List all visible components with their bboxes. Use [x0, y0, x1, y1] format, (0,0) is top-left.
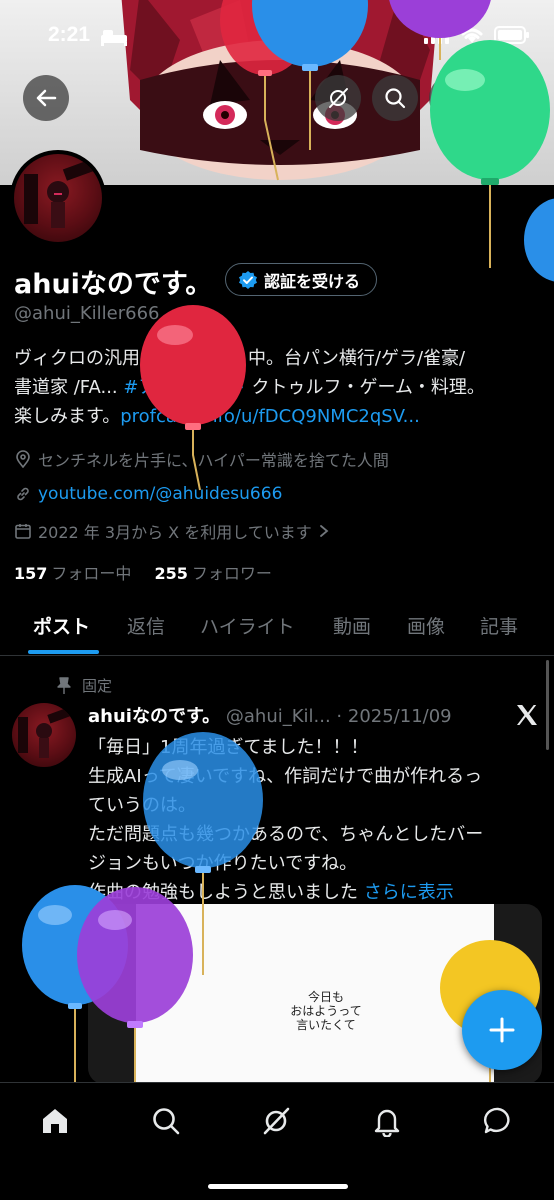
- avatar-illustration: [18, 707, 72, 758]
- get-verified-label: 認証を受ける: [264, 271, 361, 291]
- back-button[interactable]: [23, 75, 69, 121]
- following-stat[interactable]: 157 フォロー中: [14, 564, 131, 583]
- location-pin-icon: [16, 450, 30, 468]
- followers-count: 255: [154, 564, 188, 583]
- bio-text: クトゥルフ・ゲーム・料理。: [245, 377, 485, 398]
- scrollbar[interactable]: [546, 660, 549, 750]
- verified-badge-icon: [239, 270, 257, 289]
- chevron-right-icon: [319, 525, 329, 537]
- search-icon: [153, 1108, 180, 1135]
- pin-icon: [57, 676, 71, 694]
- bell-icon: [374, 1109, 400, 1137]
- following-count: 157: [14, 564, 48, 583]
- post-author-avatar[interactable]: [12, 703, 76, 767]
- follow-stats: 157 フォロー中 255 フォロワー: [14, 560, 272, 584]
- pinned-indicator: 固定: [56, 675, 112, 696]
- post-line: ただ問題点も幾つかあるので、ちゃんとしたバー: [88, 824, 484, 845]
- calendar-icon: [15, 524, 31, 539]
- following-label: フォロー中: [51, 564, 132, 583]
- share-icon: [501, 89, 517, 107]
- search-icon: [385, 88, 406, 109]
- bio-line: 書道家 /FA... #アフィラスト クトゥルフ・ゲーム・料理。: [14, 373, 544, 402]
- grok-icon: [263, 1107, 290, 1135]
- grok-icon: [329, 88, 348, 108]
- tab-replies[interactable]: 返信: [127, 612, 165, 639]
- status-bar-time: 2:21: [48, 23, 91, 46]
- show-more-link[interactable]: さらに表示: [364, 882, 454, 903]
- active-tab-indicator: [28, 650, 99, 654]
- followers-label: フォロワー: [191, 564, 272, 583]
- tab-images[interactable]: 画像: [407, 612, 445, 639]
- cellular-signal-icon: [424, 26, 449, 44]
- post-header: ahuiなのです。 @ahui_Kil... · 2025/11/09: [88, 702, 452, 728]
- media-caption-line: 今日も: [307, 990, 344, 1004]
- sleep-mode-icon: [101, 30, 127, 46]
- balloon: [524, 198, 554, 282]
- post-text[interactable]: 「毎日」1周年過ぎてました！！！ 生成AIって凄いですね、作詞だけで曲が作れるっ…: [88, 733, 518, 907]
- edit-profile-button[interactable]: [429, 75, 475, 121]
- location-text: センチネルを片手に、ハイパー常識を捨てた人間: [38, 451, 389, 470]
- profile-avatar[interactable]: [10, 150, 106, 246]
- profile-bio: ヴィクロの汎用イレブン作り中。台パン横行/ゲラ/雀豪/ 書道家 /FA... #…: [14, 344, 544, 431]
- share-button[interactable]: [486, 75, 532, 121]
- search-button[interactable]: [372, 75, 418, 121]
- nav-home[interactable]: [35, 1101, 75, 1141]
- bio-hashtag-link[interactable]: #アフィラスト: [123, 377, 245, 398]
- post-author-name[interactable]: ahuiなのです。: [88, 706, 220, 727]
- profile-tabs: ポスト 返信 ハイライト 動画 画像 記事: [0, 596, 554, 656]
- home-icon: [43, 1109, 67, 1133]
- status-bar-icons: [424, 26, 530, 44]
- tab-videos[interactable]: 動画: [333, 612, 371, 639]
- bio-line: 楽しみます。profcard.info/u/fDCQ9NMC2qSV...: [14, 402, 544, 431]
- x-logo-icon: [517, 705, 537, 725]
- website-link[interactable]: youtube.com/@ahuidesu666: [38, 484, 282, 504]
- post-line: ていうのは。: [88, 795, 196, 816]
- plus-icon: [489, 1017, 515, 1043]
- nav-grok[interactable]: [256, 1101, 296, 1141]
- nav-search[interactable]: [146, 1101, 186, 1141]
- joined-text: 2022 年 3月から X を利用しています: [38, 523, 312, 542]
- nav-messages[interactable]: [478, 1101, 518, 1141]
- battery-icon: [494, 26, 529, 44]
- grok-button[interactable]: [315, 75, 361, 121]
- media-caption-line: おはようって: [290, 1004, 362, 1018]
- media-caption: 今日も おはようって 言いたくて: [266, 990, 386, 1032]
- profile-website[interactable]: youtube.com/@ahuidesu666: [14, 484, 282, 504]
- tab-posts[interactable]: ポスト: [33, 612, 90, 639]
- media-caption-line: 言いたくて: [296, 1018, 356, 1032]
- post-line: ジョンもいつか作りたいですね。: [88, 853, 358, 874]
- pinned-label: 固定: [82, 677, 113, 695]
- profile-joined[interactable]: 2022 年 3月から X を利用しています: [14, 519, 330, 543]
- nav-notifications[interactable]: [367, 1101, 407, 1141]
- tab-articles[interactable]: 記事: [480, 612, 518, 639]
- post-line: 作曲の勉強もしようと思いました さらに表示: [88, 878, 518, 907]
- arrow-left-icon: [36, 89, 57, 107]
- avatar-illustration: [24, 159, 96, 228]
- link-icon: [17, 487, 29, 501]
- tab-highlights[interactable]: ハイライト: [200, 612, 295, 639]
- bio-text: 楽しみます。: [14, 406, 121, 427]
- profile-handle: @ahui_Killer666: [14, 303, 160, 324]
- get-verified-button[interactable]: 認証を受ける: [225, 263, 378, 296]
- bottom-navigation: [0, 1082, 554, 1200]
- message-icon: [483, 1107, 510, 1134]
- post-meta: @ahui_Kil... · 2025/11/09: [225, 706, 452, 727]
- home-indicator[interactable]: [208, 1184, 348, 1189]
- wifi-icon: [461, 28, 483, 43]
- post-line: 「毎日」1周年過ぎてました！！！: [88, 737, 369, 758]
- post-line-text: 作曲の勉強もしようと思いました: [88, 882, 364, 903]
- bio-url-link[interactable]: profcard.info/u/fDCQ9NMC2qSV...: [120, 406, 420, 427]
- profile-location: センチネルを片手に、ハイパー常識を捨てた人間: [14, 447, 389, 471]
- followers-stat[interactable]: 255 フォロワー: [155, 564, 272, 583]
- compose-post-button[interactable]: [462, 990, 542, 1070]
- profile-name: ahuiなのです。: [14, 269, 213, 300]
- post-line: 生成AIって凄いですね、作詞だけで曲が作れるっ: [88, 766, 483, 787]
- pencil-icon: [444, 90, 460, 106]
- bio-line: ヴィクロの汎用イレブン作り中。台パン横行/ゲラ/雀豪/: [14, 348, 466, 369]
- bio-text: 書道家 /FA...: [14, 377, 124, 398]
